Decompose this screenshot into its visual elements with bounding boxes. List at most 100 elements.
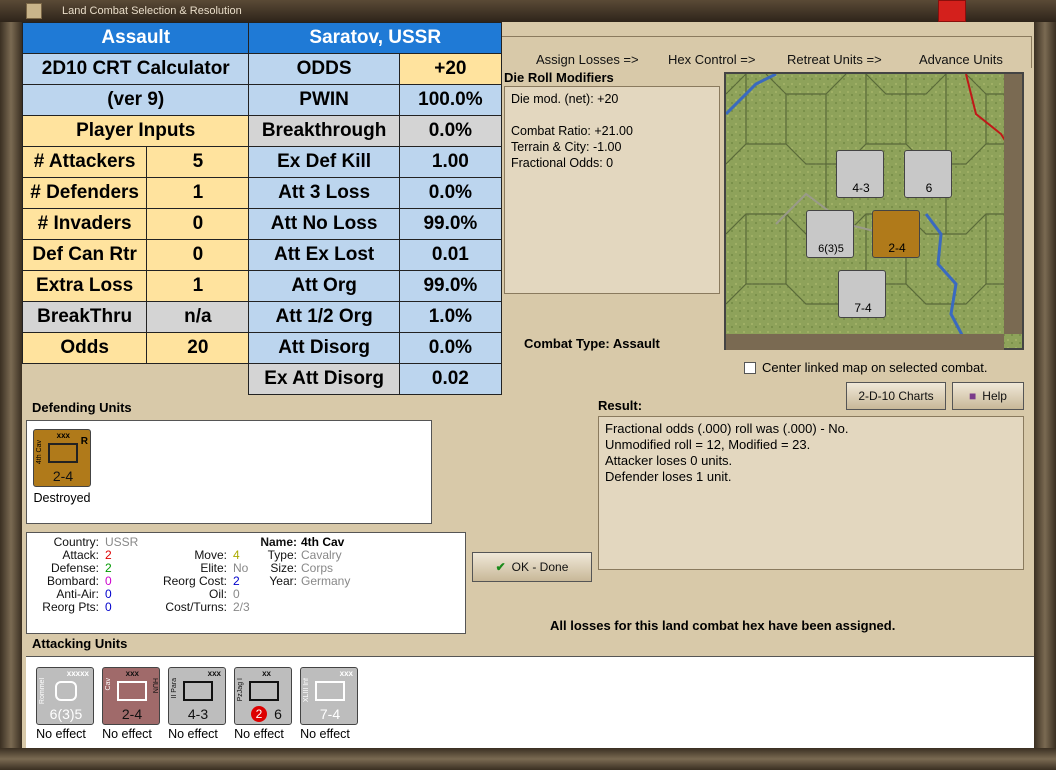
result-label: Ex Def Kill bbox=[248, 146, 400, 178]
result-label: Att 3 Loss bbox=[248, 177, 400, 209]
attacker-unit-ii-para[interactable]: II Para xxx 4-3 bbox=[168, 667, 226, 725]
player-inputs-header: Player Inputs bbox=[21, 115, 250, 147]
result-label: Result: bbox=[598, 398, 643, 413]
result-label: Breakthrough bbox=[248, 115, 400, 147]
main-panel: Assault Saratov, USSR 2D10 CRT Calculato… bbox=[21, 22, 1034, 748]
result-label: PWIN bbox=[248, 84, 400, 116]
infantry-symbol-icon bbox=[315, 681, 345, 701]
tab-retreat-units[interactable]: Retreat Units => bbox=[787, 52, 882, 67]
window-frame-right bbox=[1034, 22, 1056, 770]
map-unit-rommel[interactable]: 6(3)5 bbox=[806, 210, 854, 258]
input-value: 20 bbox=[146, 332, 250, 364]
attacker-status: No effect bbox=[300, 727, 350, 741]
result-line: Attacker loses 0 units. bbox=[605, 453, 733, 468]
result-value: 0.0% bbox=[398, 177, 503, 209]
input-value[interactable]: 0 bbox=[146, 208, 250, 240]
attacker-unit-cav-hun[interactable]: Cav xxx HUN 2-4 bbox=[102, 667, 160, 725]
input-value: n/a bbox=[146, 301, 250, 333]
ok-done-label: OK - Done bbox=[511, 560, 569, 574]
checkmark-icon: ✔ bbox=[495, 560, 506, 574]
window-frame-left bbox=[0, 22, 22, 770]
combat-type: Combat Type: Assault bbox=[524, 336, 660, 351]
crt-title: Assault bbox=[21, 22, 250, 54]
map-unit-ii-para[interactable]: 4-3 bbox=[836, 150, 884, 198]
result-value: 0.0% bbox=[398, 332, 503, 364]
result-value: 0.01 bbox=[398, 239, 503, 271]
result-label: Att No Loss bbox=[248, 208, 400, 240]
attacker-status: No effect bbox=[168, 727, 218, 741]
help-button[interactable]: ■ Help bbox=[952, 382, 1024, 410]
all-losses-message: All losses for this land combat hex have… bbox=[550, 618, 896, 633]
app-icon bbox=[26, 3, 42, 19]
unit-info-box: Country: USSR Attack: 2 Defense: 2 Bombard:… bbox=[26, 532, 466, 634]
charts-button-label: 2-D-10 Charts bbox=[858, 389, 934, 403]
input-label: # Defenders bbox=[21, 177, 148, 209]
defending-units-list: 4th Cav xxx R 2-4 Destroyed bbox=[26, 420, 432, 524]
result-value: 1.0% bbox=[398, 301, 503, 333]
center-linked-label: Center linked map on selected combat. bbox=[762, 360, 988, 375]
input-value[interactable]: 5 bbox=[146, 146, 250, 178]
die-roll-box: Die mod. (net): +20 Combat Ratio: +21.00… bbox=[504, 86, 720, 294]
help-button-label: Help bbox=[982, 389, 1007, 403]
map-vertical-scrollbar[interactable] bbox=[1004, 74, 1022, 334]
close-button[interactable] bbox=[938, 0, 966, 22]
window: Land Combat Selection & Resolution Assau… bbox=[0, 0, 1056, 770]
map-unit-xliii-inf[interactable]: 7-4 bbox=[838, 270, 886, 318]
ok-done-button[interactable]: ✔ OK - Done bbox=[472, 552, 592, 582]
result-line: Unmodified roll = 12, Modified = 23. bbox=[605, 437, 811, 452]
map-horizontal-scrollbar[interactable] bbox=[726, 334, 1004, 350]
input-label: Def Can Rtr bbox=[21, 239, 148, 271]
result-label: Att Disorg bbox=[248, 332, 400, 364]
input-label: # Invaders bbox=[21, 208, 148, 240]
checkbox-box[interactable] bbox=[744, 361, 756, 374]
paratrooper-symbol-icon bbox=[183, 681, 213, 701]
tab-advance-units[interactable]: Advance Units bbox=[919, 52, 1003, 67]
result-label: Att 1/2 Org bbox=[248, 301, 400, 333]
combat-type-label: Combat Type: bbox=[524, 336, 610, 351]
tab-assign-losses[interactable]: Assign Losses => bbox=[536, 52, 639, 67]
attacker-status: No effect bbox=[234, 727, 284, 741]
antitank-symbol-icon bbox=[249, 681, 279, 701]
map-unit-4th-cav[interactable]: 2-4 bbox=[872, 210, 920, 258]
center-linked-checkbox[interactable]: Center linked map on selected combat. bbox=[744, 360, 987, 375]
phase-tabs: Assign Losses => Hex Control => Retreat … bbox=[502, 36, 1032, 68]
input-value[interactable]: 0 bbox=[146, 239, 250, 271]
result-label: Ex Att Disorg bbox=[248, 363, 400, 395]
result-label: Att Org bbox=[248, 270, 400, 302]
result-label: Att Ex Lost bbox=[248, 239, 400, 271]
input-value[interactable]: 1 bbox=[146, 270, 250, 302]
map-unit-pzjag-i[interactable]: 6 bbox=[904, 150, 952, 198]
result-value: 0.02 bbox=[398, 363, 503, 395]
calc-version: (ver 9) bbox=[21, 84, 250, 116]
result-line: Fractional odds (.000) roll was (.000) -… bbox=[605, 421, 849, 436]
empty-cell bbox=[22, 363, 250, 395]
crt-calculator-table: Assault Saratov, USSR 2D10 CRT Calculato… bbox=[21, 22, 503, 395]
cavalry-symbol-icon bbox=[117, 681, 147, 701]
input-value[interactable]: 1 bbox=[146, 177, 250, 209]
result-value: 0.0% bbox=[398, 115, 503, 147]
calc-title: 2D10 CRT Calculator bbox=[21, 53, 250, 85]
title-bar[interactable]: Land Combat Selection & Resolution bbox=[0, 0, 1056, 22]
result-value: 1.00 bbox=[398, 146, 503, 178]
combat-type-value: Assault bbox=[612, 336, 660, 351]
result-value: 100.0% bbox=[398, 84, 503, 116]
attacker-unit-xliii-inf[interactable]: XLIII Inf xxx 7-4 bbox=[300, 667, 358, 725]
defending-units-label: Defending Units bbox=[32, 400, 132, 415]
crt-location: Saratov, USSR bbox=[248, 22, 502, 54]
attacking-units-label: Attacking Units bbox=[32, 636, 128, 651]
attacker-unit-rommel[interactable]: Rommel xxxxx 6(3)5 bbox=[36, 667, 94, 725]
mini-map[interactable]: 4-3 6 6(3)5 2-4 7-4 bbox=[724, 72, 1024, 350]
attacker-unit-pzjag-i[interactable]: PzJag I xx 2 6 bbox=[234, 667, 292, 725]
defender-unit-4th-cav[interactable]: 4th Cav xxx R 2-4 bbox=[33, 429, 91, 487]
result-line: Defender loses 1 unit. bbox=[605, 469, 732, 484]
charts-button[interactable]: 2-D-10 Charts bbox=[846, 382, 946, 410]
cavalry-symbol-icon bbox=[48, 443, 78, 463]
result-value: +20 bbox=[398, 53, 503, 85]
result-value: 99.0% bbox=[398, 270, 503, 302]
result-label: ODDS bbox=[248, 53, 400, 85]
attacker-status: No effect bbox=[102, 727, 152, 741]
tab-hex-control[interactable]: Hex Control => bbox=[668, 52, 755, 67]
result-box: Fractional odds (.000) roll was (.000) -… bbox=[598, 416, 1024, 570]
input-label: Extra Loss bbox=[21, 270, 148, 302]
window-title: Land Combat Selection & Resolution bbox=[62, 5, 242, 17]
